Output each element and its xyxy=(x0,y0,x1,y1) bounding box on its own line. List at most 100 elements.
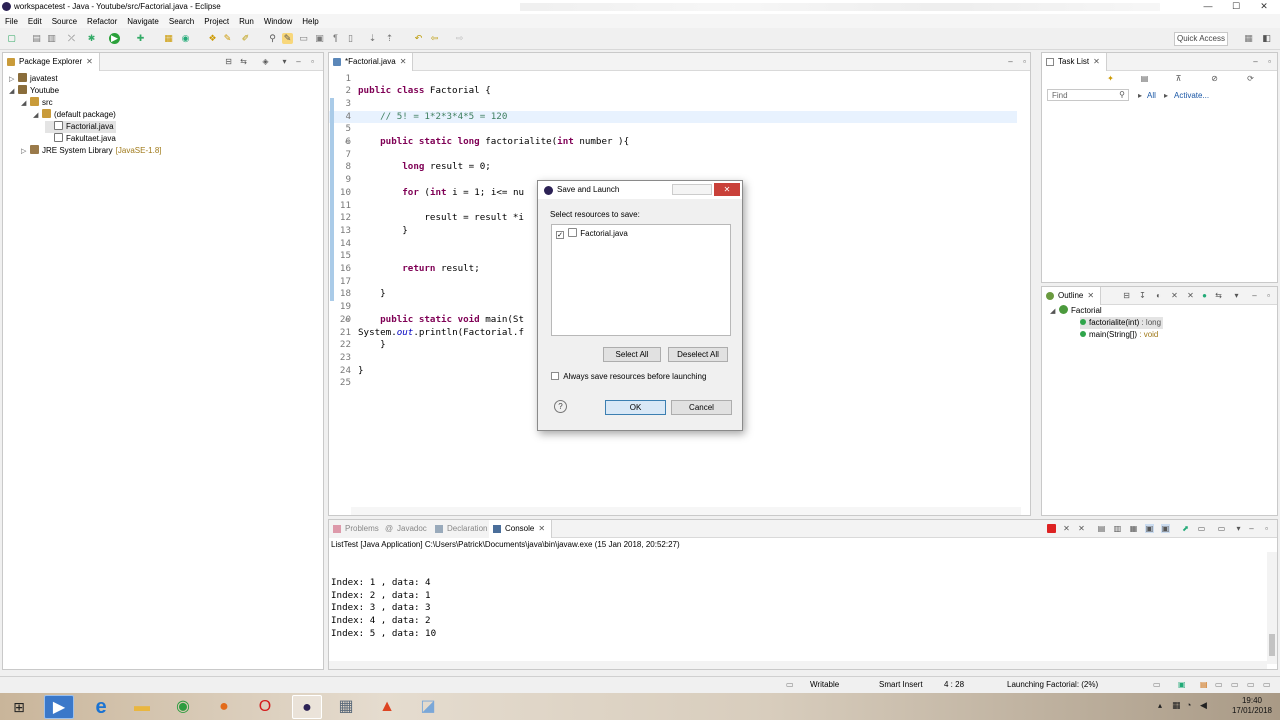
tab-outline[interactable]: Outline ✕ xyxy=(1042,287,1102,305)
cancel-button[interactable]: Cancel xyxy=(671,400,732,415)
app-icon[interactable]: ◪ xyxy=(413,695,443,719)
tree-item[interactable]: ▷ JRE System Library [JavaSE-1.8] xyxy=(21,145,162,157)
fold-icon[interactable]: ⊖ xyxy=(345,316,349,324)
close-icon[interactable]: ✕ xyxy=(1250,0,1278,13)
chrome-icon[interactable]: ◉ xyxy=(168,695,198,719)
terminate-icon[interactable] xyxy=(1047,524,1056,533)
windows-start-icon[interactable]: ⊞ xyxy=(4,695,34,719)
help-icon[interactable]: ? xyxy=(554,400,567,413)
show-on-stdout-icon[interactable]: ▣ xyxy=(1145,524,1154,533)
open-task-icon[interactable]: ✎ xyxy=(222,33,233,44)
maximize-view-icon[interactable]: ▫ xyxy=(308,57,317,66)
resource-checkbox[interactable]: ✓ xyxy=(556,231,564,239)
remove-launch-icon[interactable]: ✕ xyxy=(1062,524,1071,533)
hide-static-icon[interactable]: ✕ xyxy=(1170,291,1179,300)
view-menu-icon[interactable]: ▾ xyxy=(1232,291,1241,300)
categorized-icon[interactable]: ▤ xyxy=(1140,74,1149,83)
minimize-view-icon[interactable]: – xyxy=(1247,524,1256,533)
outline-class-row[interactable]: ◢ Factorial xyxy=(1050,305,1102,317)
hide-completed-icon[interactable]: ⊘ xyxy=(1210,74,1219,83)
new-java-class-icon[interactable]: ◉ xyxy=(180,33,191,44)
previous-annotation-icon[interactable]: ⇡ xyxy=(384,33,395,44)
maximize-view-icon[interactable]: ▫ xyxy=(1265,57,1274,66)
debug-icon[interactable]: ✱ xyxy=(86,33,97,44)
minimize-icon[interactable]: — xyxy=(1194,0,1222,13)
sort-icon[interactable]: ↧ xyxy=(1138,291,1147,300)
console-scrollbar[interactable] xyxy=(1267,552,1277,664)
remove-all-icon[interactable]: ✕ xyxy=(1077,524,1086,533)
code-line[interactable]: } xyxy=(358,288,386,301)
select-all-button[interactable]: Select All xyxy=(603,347,661,362)
maximize-view-icon[interactable]: ▫ xyxy=(1020,57,1029,66)
minimize-view-icon[interactable]: – xyxy=(294,57,303,66)
collapse-all-icon[interactable]: ⊟ xyxy=(224,57,233,66)
editor-horizontal-scrollbar[interactable] xyxy=(351,507,1021,515)
filter-icon[interactable]: ⊼ xyxy=(1174,74,1183,83)
menu-window[interactable]: Window xyxy=(259,14,297,28)
close-icon[interactable]: ✕ xyxy=(400,57,407,66)
always-save-row[interactable]: Always save resources before launching xyxy=(551,372,706,381)
tree-item[interactable]: ◢ (default package) xyxy=(33,109,116,121)
close-icon[interactable]: ✕ xyxy=(86,57,93,66)
run-icon[interactable]: ▶ xyxy=(109,33,120,44)
next-annotation-icon[interactable]: ⇣ xyxy=(367,33,378,44)
tree-item[interactable]: ◢ src xyxy=(21,97,53,109)
word-wrap-icon[interactable]: ▦ xyxy=(1129,524,1138,533)
new-java-package-icon[interactable]: ▦ xyxy=(163,33,174,44)
last-edit-location-icon[interactable]: ↶ xyxy=(413,33,424,44)
tab-javadoc[interactable]: @ Javadoc xyxy=(381,520,433,538)
back-icon[interactable]: ⇦ xyxy=(429,33,440,44)
collapse-all-icon[interactable]: ⊟ xyxy=(1122,291,1131,300)
open-type-icon[interactable]: ❖ xyxy=(207,33,218,44)
menu-file[interactable]: File xyxy=(0,14,23,28)
word-wrap-icon[interactable]: ▣ xyxy=(314,33,325,44)
media-player-icon[interactable]: ▶ xyxy=(44,695,74,719)
search-icon[interactable]: ✐ xyxy=(240,33,251,44)
code-line[interactable]: public class Factorial { xyxy=(358,85,491,98)
minimize-view-icon[interactable]: – xyxy=(1006,57,1015,66)
scroll-lock-icon[interactable]: ▥ xyxy=(1113,524,1122,533)
maximize-view-icon[interactable]: ▫ xyxy=(1262,524,1271,533)
menu-edit[interactable]: Edit xyxy=(23,14,47,28)
menu-project[interactable]: Project xyxy=(199,14,234,28)
tab-console[interactable]: Console ✕ xyxy=(489,520,553,538)
close-icon[interactable]: ✕ xyxy=(1093,57,1100,66)
toggle-mark-occurrences-icon[interactable]: ✎ xyxy=(282,33,293,44)
show-whitespace-icon[interactable]: ¶ xyxy=(330,33,341,44)
link-icon[interactable]: ⇆ xyxy=(1214,291,1223,300)
hide-fields-icon[interactable]: ◐ xyxy=(1154,291,1163,300)
outline-method-row[interactable]: main(String[]) : void xyxy=(1080,329,1158,341)
skip-breakpoints-icon[interactable]: ⤫ xyxy=(66,33,77,44)
focus-icon[interactable]: ◈ xyxy=(261,57,270,66)
code-line[interactable]: public static long factorialite(int numb… xyxy=(358,136,629,149)
always-save-checkbox[interactable] xyxy=(551,372,559,380)
firefox-icon[interactable]: ● xyxy=(209,695,239,719)
acrobat-icon[interactable]: ▲ xyxy=(372,695,402,719)
resource-item[interactable]: ✓ Factorial.java xyxy=(556,228,628,239)
new-console-icon[interactable]: ▭ xyxy=(1217,524,1226,533)
menu-help[interactable]: Help xyxy=(297,14,323,28)
outline-method-row[interactable]: factorialite(int) : long xyxy=(1080,317,1164,329)
menu-refactor[interactable]: Refactor xyxy=(82,14,122,28)
display-console-icon[interactable]: ▭ xyxy=(1197,524,1206,533)
menu-source[interactable]: Source xyxy=(47,14,82,28)
code-line[interactable]: result = result *i xyxy=(358,212,524,225)
show-block-icon[interactable]: ▯ xyxy=(345,33,356,44)
run-last-tool-icon[interactable]: ✚ xyxy=(135,33,146,44)
eclipse-taskbar-icon[interactable]: ● xyxy=(292,695,322,719)
tab-problems[interactable]: Problems xyxy=(329,520,385,538)
tab-declaration[interactable]: Declaration xyxy=(431,520,494,538)
forward-icon[interactable]: ⇨ xyxy=(454,33,465,44)
close-icon[interactable]: ✕ xyxy=(1087,291,1094,300)
hide-nonpublic-icon[interactable]: ✕ xyxy=(1186,291,1195,300)
hide-local-types-icon[interactable]: ● xyxy=(1200,291,1209,300)
new-task-icon[interactable]: ✦ xyxy=(1106,74,1115,83)
pin-editor-icon[interactable]: ⚲ xyxy=(267,33,278,44)
new-icon[interactable]: ▢ xyxy=(6,33,17,44)
tree-item[interactable]: ◢ Youtube xyxy=(9,85,59,97)
show-on-stderr-icon[interactable]: ▣ xyxy=(1161,524,1170,533)
scrollbar-thumb[interactable] xyxy=(1269,634,1275,656)
all-link[interactable]: All xyxy=(1147,91,1156,100)
close-icon[interactable]: ✕ xyxy=(714,183,740,196)
synchronize-icon[interactable]: ⟳ xyxy=(1246,74,1255,83)
